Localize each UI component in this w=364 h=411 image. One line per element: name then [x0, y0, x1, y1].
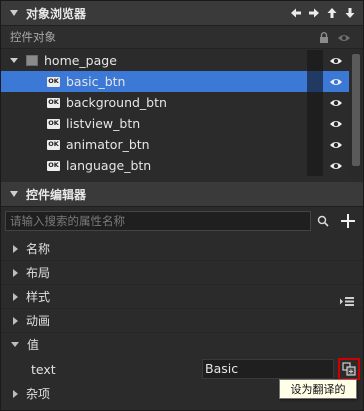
- lock-toggle[interactable]: [307, 71, 323, 92]
- lock-toggle[interactable]: [307, 134, 323, 155]
- property-search-input[interactable]: [5, 211, 311, 231]
- translate-button[interactable]: [338, 358, 360, 380]
- button-widget-icon: OK: [47, 160, 60, 171]
- property-group-label: 布局: [26, 266, 51, 280]
- collapse-icon[interactable]: [10, 10, 18, 16]
- tree-item-listview-btn[interactable]: OK listview_btn: [1, 113, 349, 134]
- button-widget-icon: OK: [47, 97, 60, 108]
- tree-scrollbar[interactable]: [350, 50, 362, 178]
- arrow-right-icon[interactable]: [305, 4, 323, 22]
- button-widget-icon: OK: [47, 118, 60, 129]
- property-group-label: 值: [27, 338, 40, 352]
- tree-item-label: home_page: [44, 53, 117, 68]
- property-group-animation[interactable]: 动画: [1, 309, 363, 333]
- property-text-value[interactable]: Basic: [202, 359, 334, 379]
- lock-toggle[interactable]: [307, 113, 323, 134]
- tree-item-label: background_btn: [66, 95, 167, 110]
- eye-icon[interactable]: [324, 50, 348, 71]
- arrow-up-icon[interactable]: [323, 4, 341, 22]
- style-menu-icon[interactable]: [340, 291, 354, 310]
- tree-item-basic-btn[interactable]: OK basic_btn: [1, 71, 349, 92]
- property-group-value[interactable]: 值: [1, 333, 363, 356]
- property-group-label: 名称: [26, 242, 51, 256]
- object-browser-title: 对象浏览器: [26, 6, 87, 21]
- expand-icon[interactable]: [13, 316, 18, 325]
- visibility-icon[interactable]: [337, 28, 351, 47]
- tooltip: 设为翻译的: [279, 379, 357, 399]
- property-search-row: [1, 209, 363, 235]
- object-browser-header[interactable]: 对象浏览器: [1, 1, 363, 26]
- lock-icon[interactable]: [319, 28, 329, 47]
- property-text-row: text Basic: [1, 358, 363, 381]
- tree-item-label: animator_btn: [66, 137, 150, 152]
- property-group-layout[interactable]: 布局: [1, 261, 363, 285]
- button-widget-icon: OK: [47, 76, 60, 87]
- tree-item-label: listview_btn: [66, 116, 141, 131]
- arrow-down-icon[interactable]: [341, 4, 359, 22]
- collapse-icon[interactable]: [10, 191, 18, 197]
- tree-item-home-page[interactable]: home_page: [1, 50, 349, 71]
- collapse-icon[interactable]: [11, 342, 19, 347]
- object-tree: home_page OK basic_btn OK background_btn: [1, 50, 349, 178]
- property-group-style[interactable]: 样式: [1, 285, 363, 309]
- property-group-name[interactable]: 名称: [1, 237, 363, 261]
- eye-icon[interactable]: [324, 113, 348, 134]
- nav-arrows: [287, 4, 359, 22]
- expand-icon[interactable]: [13, 389, 18, 398]
- property-editor-header[interactable]: 控件编辑器: [1, 182, 363, 207]
- search-icon[interactable]: [313, 211, 333, 231]
- eye-icon[interactable]: [324, 155, 348, 176]
- eye-icon[interactable]: [324, 92, 348, 113]
- column-header-label: 控件对象: [10, 30, 56, 44]
- tree-item-animator-btn[interactable]: OK animator_btn: [1, 134, 349, 155]
- page-icon: [26, 55, 38, 66]
- tree-item-background-btn[interactable]: OK background_btn: [1, 92, 349, 113]
- property-group-label: 动画: [26, 314, 51, 328]
- expand-icon[interactable]: [13, 268, 18, 277]
- lock-toggle[interactable]: [307, 155, 323, 176]
- translate-icon: [342, 362, 356, 376]
- lock-toggle[interactable]: [307, 92, 323, 113]
- property-group-label: 样式: [26, 290, 51, 304]
- add-icon[interactable]: [337, 210, 359, 232]
- arrow-left-icon[interactable]: [287, 4, 305, 22]
- eye-icon[interactable]: [324, 134, 348, 155]
- expand-icon[interactable]: [13, 292, 18, 301]
- expand-icon[interactable]: [10, 58, 18, 63]
- tree-column-header: 控件对象: [1, 26, 363, 49]
- tree-item-label: language_btn: [66, 158, 152, 173]
- tree-item-language-btn[interactable]: OK language_btn: [1, 155, 349, 176]
- property-text-label: text: [31, 362, 56, 377]
- eye-icon[interactable]: [324, 71, 348, 92]
- editor-window: 对象浏览器 控件对象 home_page OK basic_btn OK bac…: [0, 0, 364, 411]
- scrollbar-thumb[interactable]: [352, 54, 360, 166]
- property-group-label: 杂项: [26, 387, 51, 401]
- button-widget-icon: OK: [47, 139, 60, 150]
- lock-toggle[interactable]: [307, 50, 323, 71]
- property-editor-title: 控件编辑器: [26, 187, 87, 202]
- expand-icon[interactable]: [13, 244, 18, 253]
- tree-item-label: basic_btn: [66, 74, 126, 89]
